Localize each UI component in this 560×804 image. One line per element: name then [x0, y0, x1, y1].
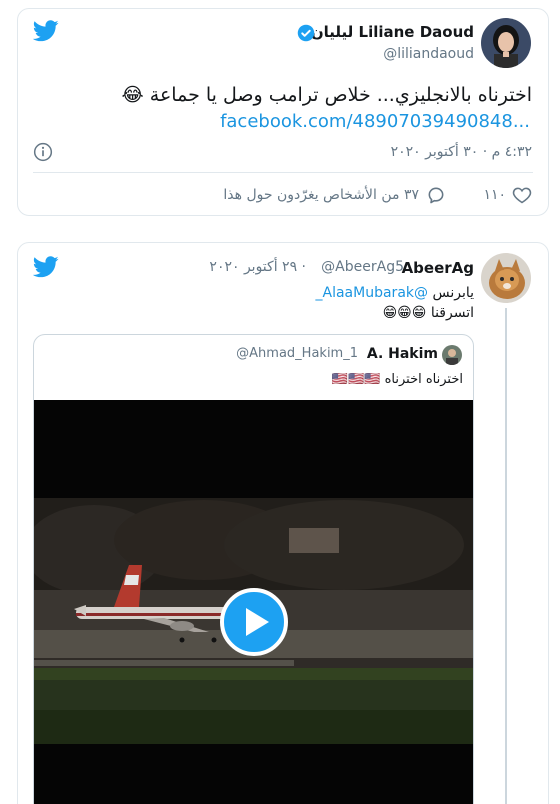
author-handle[interactable]: @AbeerAg5: [321, 259, 404, 275]
avatar-liliane[interactable]: [481, 18, 531, 68]
reply-prefix: يابرنس: [432, 285, 474, 301]
tweet-timestamp[interactable]: ٤:٣٢ م · ٣٠ أكتوبر ٢٠٢٠: [391, 144, 532, 160]
author-name[interactable]: AbeerAg: [402, 259, 474, 277]
tweet-date[interactable]: · ٢٩ أكتوبر ٢٠٢٠: [209, 259, 306, 275]
video-player[interactable]: [34, 400, 473, 804]
quote-author-name[interactable]: A. Hakim: [367, 346, 438, 362]
tweet-text: اخترناه بالانجليزي... خلاص ترامب وصل يا …: [121, 84, 532, 106]
divider: [33, 172, 533, 173]
play-icon: [246, 608, 269, 636]
author-name[interactable]: ليليان Liliane Daoud: [311, 23, 474, 41]
tweet-text: اتسرقنا 😁😁😁: [382, 305, 474, 321]
play-button[interactable]: [220, 588, 288, 656]
avatar-hakim[interactable]: [442, 345, 462, 365]
heart-icon[interactable]: [512, 185, 532, 205]
author-handle[interactable]: @liliandaoud: [383, 46, 474, 62]
verified-badge-icon: [297, 24, 315, 42]
reply-line: يابرنس @AlaaMubarak_: [316, 285, 474, 301]
thread-line: [505, 308, 507, 804]
avatar-abeer[interactable]: [481, 253, 531, 303]
comment-icon[interactable]: [426, 185, 446, 205]
quote-author-handle[interactable]: @Ahmad_Hakim_1: [236, 346, 358, 361]
twitter-bird-icon[interactable]: [33, 256, 59, 278]
replies-text[interactable]: ٣٧ من الأشخاص يغرّدون حول هذا: [223, 187, 419, 203]
mention-link[interactable]: @AlaaMubarak_: [316, 285, 429, 301]
tweet-link[interactable]: facebook.com/48907039490848...: [220, 111, 530, 132]
info-icon[interactable]: [33, 142, 53, 162]
twitter-bird-icon[interactable]: [33, 20, 59, 42]
quote-text: اخترناه اخترناه 🇺🇸🇺🇸🇺🇸: [331, 372, 463, 387]
like-count[interactable]: ١١٠: [483, 187, 506, 203]
